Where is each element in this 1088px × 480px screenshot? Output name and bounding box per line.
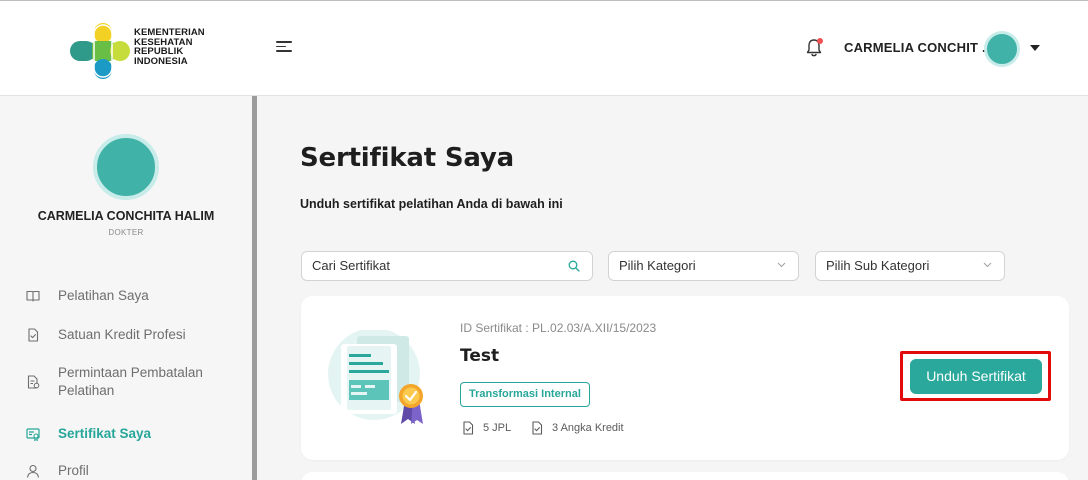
download-certificate-button[interactable]: Unduh Sertifikat (910, 359, 1042, 394)
search-input[interactable]: Cari Sertifikat (301, 251, 593, 281)
user-icon (26, 464, 40, 478)
profile-name: CARMELIA CONCHITA HALIM (37, 209, 215, 223)
kemenkes-logo-icon (70, 23, 130, 79)
sidebar-item-label: Satuan Kredit Profesi (58, 327, 186, 342)
page-title: Sertifikat Saya (300, 143, 515, 173)
category-select-value: Pilih Kategori (619, 258, 696, 273)
sidebar-item-label: Sertifikat Saya (58, 426, 152, 441)
sidebar-item-permintaan-pembatalan[interactable]: Permintaan Pembatalan Pelatihan (26, 364, 203, 400)
chevron-down-icon (983, 262, 992, 268)
sidebar-item-pelatihan-saya[interactable]: Pelatihan Saya (26, 288, 149, 303)
jpl-info: 5 JPL (461, 421, 511, 435)
sidebar-divider (252, 96, 257, 480)
document-check-icon (28, 327, 39, 342)
notification-dot (817, 38, 823, 44)
kredit-info: 3 Angka Kredit (530, 421, 624, 435)
notification-button[interactable] (804, 37, 824, 59)
page-subtitle: Unduh sertifikat pelatihan Anda di bawah… (300, 197, 563, 211)
subcategory-select[interactable]: Pilih Sub Kategori (815, 251, 1005, 281)
kredit-text: 3 Angka Kredit (552, 422, 624, 434)
category-badge: Transformasi Internal (460, 382, 590, 407)
kemenkes-logo[interactable]: KEMENTERIAN KESEHATAN REPUBLIK INDONESIA (70, 23, 220, 81)
search-icon[interactable] (568, 260, 580, 272)
sidebar-item-label: Permintaan Pembatalan Pelatihan (58, 364, 203, 400)
profile-avatar (93, 134, 159, 200)
sidebar-item-label-line: Pelatihan (58, 383, 115, 398)
book-icon (26, 290, 40, 302)
search-input-text: Cari Sertifikat (312, 258, 391, 273)
next-certificate-card (301, 472, 1069, 480)
sidebar-item-profil[interactable]: Profil (26, 463, 89, 478)
chevron-down-icon (777, 262, 786, 268)
document-check-icon (532, 421, 543, 435)
category-select[interactable]: Pilih Kategori (608, 251, 799, 281)
document-cancel-icon (27, 375, 40, 389)
sidebar-item-satuan-kredit-profesi[interactable]: Satuan Kredit Profesi (26, 327, 186, 342)
certificate-illustration (328, 330, 423, 424)
subcategory-select-value: Pilih Sub Kategori (826, 258, 930, 273)
sidebar-item-label: Profil (58, 463, 89, 478)
sidebar-item-label-line: Permintaan Pembatalan (58, 365, 203, 380)
sidebar-item-label: Pelatihan Saya (58, 288, 149, 303)
logo-text: KEMENTERIAN KESEHATAN REPUBLIK INDONESIA (134, 27, 205, 67)
certificate-title: Test (460, 346, 500, 366)
jpl-text: 5 JPL (483, 422, 512, 434)
certificate-id: ID Sertifikat : PL.02.03/A.XII/15/2023 (460, 321, 657, 335)
header-user-name[interactable]: CARMELIA CONCHIT ... (844, 40, 993, 55)
header-avatar[interactable] (984, 31, 1020, 67)
profile-role: DOKTER (108, 228, 144, 237)
certificate-icon (26, 427, 40, 441)
top-bar: KEMENTERIAN KESEHATAN REPUBLIK INDONESIA… (0, 0, 1088, 96)
hamburger-menu-icon[interactable] (276, 41, 292, 55)
document-check-icon (463, 421, 474, 435)
user-menu-caret-icon[interactable] (1030, 45, 1040, 51)
sidebar-item-sertifikat-saya[interactable]: Sertifikat Saya (26, 426, 151, 441)
